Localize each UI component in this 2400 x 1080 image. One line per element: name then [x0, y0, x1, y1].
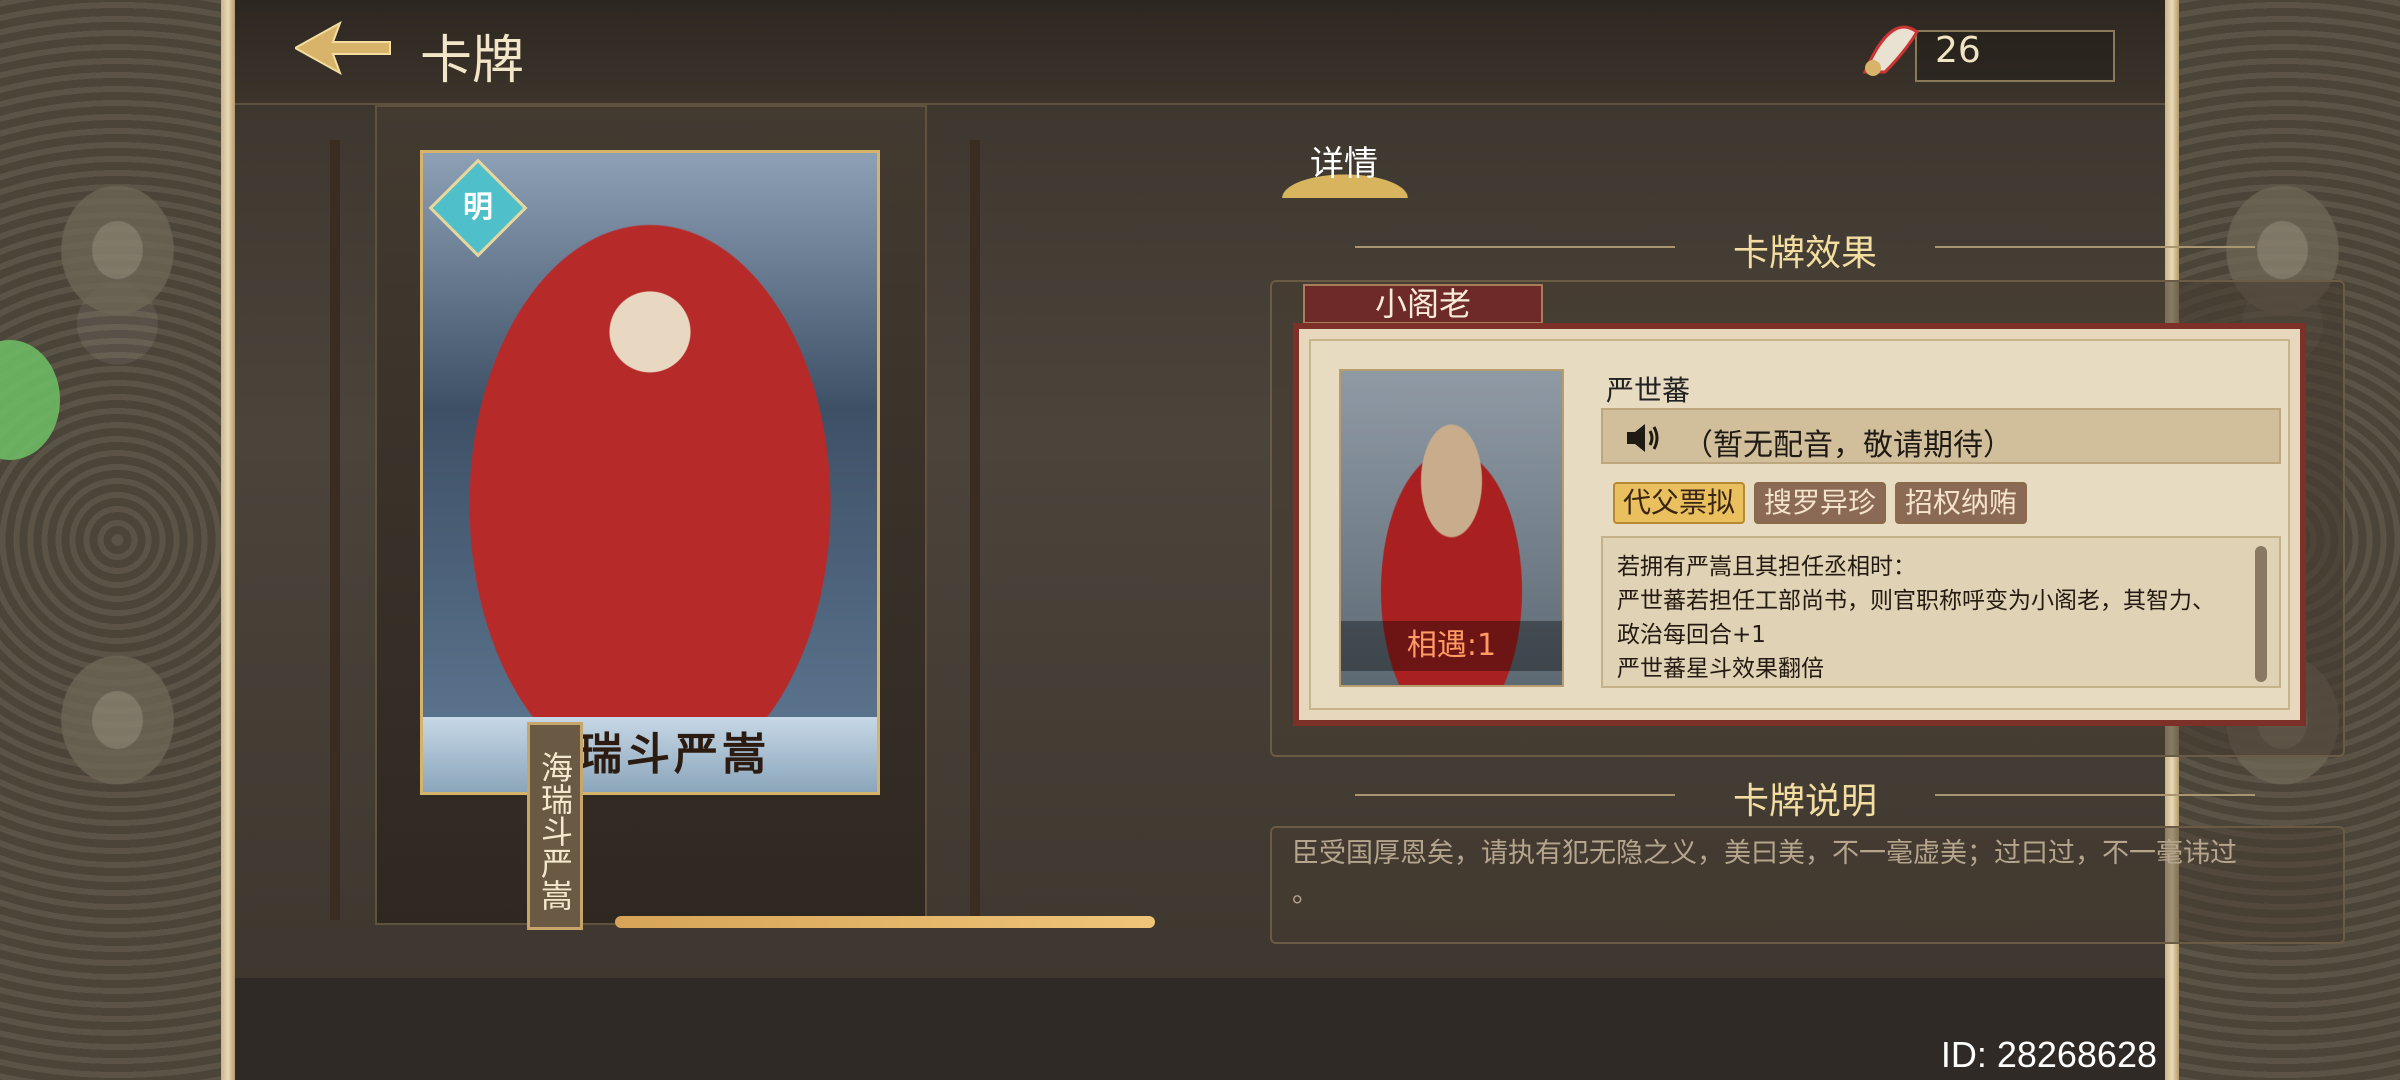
- effect-card: 相遇:1 严世蕃 （暂无配音，敬请期待） 代父票拟 搜罗异珍 招权纳贿 若拥有严…: [1293, 323, 2306, 726]
- card-progress-fill: [615, 916, 1155, 928]
- dragon-ornament: [30, 620, 205, 820]
- description-line: 若拥有严嵩且其担任丞相时：: [1617, 554, 1916, 580]
- hero-portrait[interactable]: 相遇:1: [1339, 369, 1564, 687]
- back-button[interactable]: [292, 18, 395, 78]
- left-panel-rim: [221, 0, 235, 1080]
- description-line: 严世蕃若担任工部尚书，则官职称呼变为小阁老，其智力、: [1617, 588, 2215, 614]
- heading-divider: [1935, 794, 2255, 796]
- card-pole: [970, 140, 980, 920]
- feather-fan-icon: [1862, 25, 1919, 76]
- card-artwork[interactable]: 明 海瑞斗严嵩: [420, 150, 880, 795]
- description-line: 严世蕃星斗效果翻倍: [1617, 656, 1824, 682]
- left-ornament-panel: [0, 0, 235, 1080]
- tab-details-label: 详情: [1310, 144, 1378, 184]
- voice-line-text: （暂无配音，敬请期待）: [1683, 428, 2013, 463]
- skill-tag[interactable]: 招权纳贿: [1895, 482, 2028, 524]
- explain-line-tail: 。: [1292, 878, 1319, 909]
- bottom-bar: ID: 28268628: [235, 978, 2165, 1080]
- effect-section-title: 卡牌效果: [1732, 233, 1877, 274]
- meet-count: 相遇:1: [1341, 621, 1562, 671]
- top-bar: 卡牌 26: [235, 0, 2165, 105]
- hero-name: 严世蕃: [1606, 374, 1691, 407]
- page-title: 卡牌: [420, 31, 525, 91]
- card-progress-bar: [615, 916, 1155, 928]
- user-id: ID: 28268628: [1940, 1034, 2157, 1075]
- currency-display[interactable]: 26: [1855, 12, 2115, 84]
- explain-section-title: 卡牌说明: [1732, 781, 1877, 822]
- heading-divider: [1935, 246, 2255, 248]
- card-pole: [330, 140, 340, 920]
- card-explain-text: 臣受国厚恩矣，请执有犯无隐之义，美曰美，不一毫虚美；过曰过，不一毫讳过 。: [1270, 826, 2345, 944]
- faction-badge-label: 明: [463, 190, 493, 225]
- speaker-icon[interactable]: [1623, 420, 1663, 456]
- card-vertical-label: 海瑞斗严嵩: [527, 722, 583, 930]
- voice-line-bar[interactable]: （暂无配音，敬请期待）: [1601, 408, 2281, 464]
- skill-tag[interactable]: 搜罗异珍: [1754, 482, 1887, 524]
- back-arrow-icon: [292, 20, 391, 76]
- tab-details[interactable]: 详情: [1265, 128, 1425, 198]
- faction-badge: 明: [428, 158, 528, 258]
- main-stage: 卡牌 26 明 海瑞斗严嵩 海瑞斗严嵩 详情 卡牌效果 小阁老 相遇:1 严世蕃…: [235, 0, 2345, 1080]
- card-name-banner: 海瑞斗严嵩: [423, 717, 877, 792]
- effect-card-inner: 相遇:1 严世蕃 （暂无配音，敬请期待） 代父票拟 搜罗异珍 招权纳贿 若拥有严…: [1309, 339, 2290, 710]
- explain-line: 臣受国厚恩矣，请执有犯无隐之义，美曰美，不一毫虚美；过曰过，不一毫讳过: [1292, 838, 2237, 869]
- currency-value: 26: [1935, 30, 1981, 71]
- skill-description[interactable]: 若拥有严嵩且其担任丞相时： 严世蕃若担任工部尚书，则官职称呼变为小阁老，其智力、…: [1601, 536, 2281, 688]
- dragon-ornament: [30, 150, 205, 350]
- effect-tab[interactable]: 小阁老: [1303, 284, 1543, 324]
- description-scrollbar[interactable]: [2255, 546, 2267, 682]
- description-line: 政治每回合+1: [1617, 622, 1766, 648]
- explain-section-heading: 卡牌说明: [1355, 770, 2255, 822]
- effect-section-heading: 卡牌效果: [1355, 222, 2255, 274]
- skill-tag[interactable]: 代父票拟: [1613, 482, 1746, 524]
